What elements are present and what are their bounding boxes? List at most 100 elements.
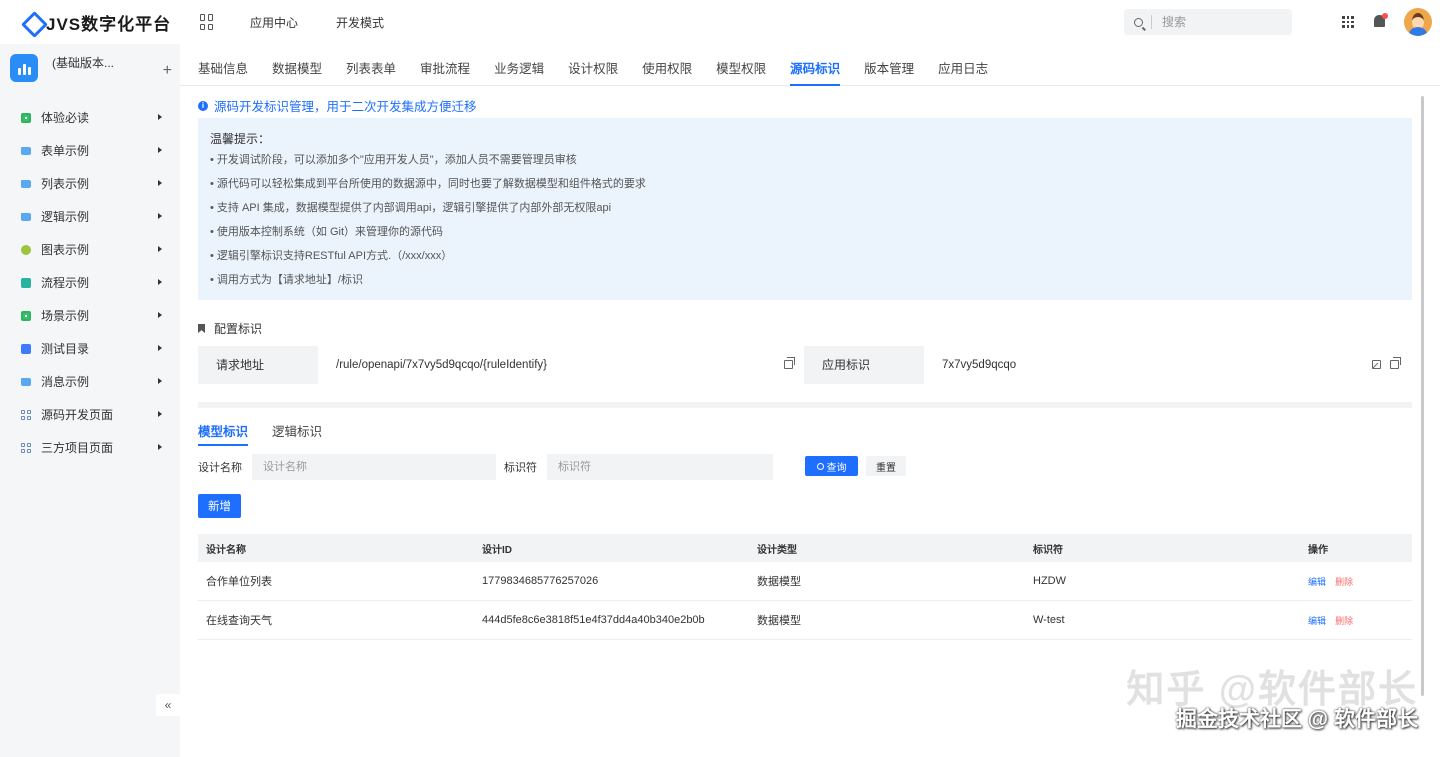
sidebar-item-logic[interactable]: 逻辑示例	[0, 200, 180, 233]
add-button[interactable]: 新增	[198, 494, 241, 518]
tips-line: • 源代码可以轻松集成到平台所使用的数据源中，同时也要了解数据模型和组件格式的要…	[210, 178, 646, 190]
tab-basic-info[interactable]: 基础信息	[198, 44, 248, 85]
sidebar-item-list[interactable]: 列表示例	[0, 167, 180, 200]
search-icon	[1134, 17, 1143, 27]
sidebar-item-guide[interactable]: 体验必读	[0, 101, 180, 134]
collapse-sidebar-button[interactable]: «	[156, 694, 180, 716]
sidebar-item-form[interactable]: 表单示例	[0, 134, 180, 167]
apps-icon[interactable]	[1342, 16, 1354, 28]
config-title-text: 配置标识	[214, 322, 263, 336]
request-url-value: /rule/openapi/7x7vy5d9qcqo/{ruleIdentify…	[318, 346, 804, 384]
grid-icon	[21, 442, 31, 453]
request-url-label: 请求地址	[198, 346, 318, 384]
cell-code: HZDW	[1033, 575, 1066, 587]
doc-icon	[21, 112, 31, 123]
tips-line: • 支持 API 集成，数据模型提供了内部调用api，逻辑引擎提供了内部外部无权…	[210, 202, 612, 214]
nav-dev-mode[interactable]: 开发模式	[336, 14, 384, 31]
edit-link[interactable]: 编辑	[1308, 577, 1326, 587]
sidebar-item-scene[interactable]: 场景示例	[0, 299, 180, 332]
nav-app-center[interactable]: 应用中心	[250, 14, 298, 31]
info-icon: i	[198, 100, 208, 111]
subtab-logic-identifier[interactable]: 逻辑标识	[272, 421, 322, 444]
column-header: 设计ID	[482, 544, 512, 556]
sidebar-item-source-dev[interactable]: 源码开发页面	[0, 398, 180, 431]
subtab-model-identifier[interactable]: 模型标识	[198, 421, 249, 446]
identifier-table: 设计名称 设计ID 设计类型 标识符 操作 合作单位列表 17798346857…	[198, 534, 1412, 640]
config-section-title: 配置标识	[198, 320, 262, 337]
sidebar: (基础版本... + 体验必读 表单示例 列表示例 逻辑示例 图表示例 流程示例…	[0, 44, 180, 757]
search-input[interactable]	[1162, 15, 1272, 29]
app-identifier-text: 7x7vy5d9qcqo	[942, 359, 1017, 371]
sidebar-item-message[interactable]: 消息示例	[0, 365, 180, 398]
top-bar: JVS数字化平台 应用中心 开发模式	[0, 0, 1440, 44]
column-header: 设计名称	[206, 544, 246, 556]
sidebar-item-label: 列表示例	[41, 177, 90, 191]
tips-line: • 使用版本控制系统（如 Git）来管理你的源代码	[210, 226, 444, 238]
tab-version-management[interactable]: 版本管理	[864, 44, 914, 85]
avatar[interactable]	[1404, 8, 1432, 36]
filter-bar: 设计名称 标识符 查询 重置	[198, 454, 906, 480]
edit-link[interactable]: 编辑	[1308, 616, 1326, 626]
sub-tab-bar: 模型标识 逻辑标识	[198, 421, 346, 446]
app-grid-icon[interactable]	[200, 14, 216, 30]
delete-link[interactable]: 删除	[1335, 616, 1353, 626]
caret-right-icon	[158, 147, 162, 153]
sidebar-item-label: 测试目录	[41, 342, 90, 356]
cell-id: 444d5fe8c6e3818f51e4f37dd4a40b340e2b0b	[482, 614, 705, 626]
sidebar-item-flow[interactable]: 流程示例	[0, 266, 180, 299]
sidebar-item-label: 表单示例	[41, 144, 90, 158]
add-icon[interactable]: +	[163, 62, 172, 80]
scrollbar[interactable]	[1421, 96, 1424, 696]
cell-name: 在线查询天气	[206, 615, 272, 627]
column-header: 操作	[1308, 544, 1328, 556]
tab-list-form[interactable]: 列表表单	[346, 44, 396, 85]
flow-icon	[21, 277, 31, 288]
folder-icon	[21, 377, 31, 386]
tab-design-permission[interactable]: 设计权限	[568, 44, 618, 85]
identifier-label: 标识符	[504, 462, 537, 474]
logo-text: JVS数字化平台	[46, 14, 172, 34]
table-header: 设计名称 设计ID 设计类型 标识符 操作	[198, 534, 1412, 562]
tab-use-permission[interactable]: 使用权限	[642, 44, 692, 85]
top-nav: 应用中心 开发模式	[250, 14, 422, 31]
delete-link[interactable]: 删除	[1335, 577, 1353, 587]
sidebar-item-third-party[interactable]: 三方项目页面	[0, 431, 180, 464]
cell-name: 合作单位列表	[206, 576, 272, 588]
cell-type: 数据模型	[757, 615, 801, 627]
column-header: 标识符	[1033, 544, 1063, 556]
tab-data-model[interactable]: 数据模型	[272, 44, 322, 85]
copy-icon[interactable]	[1390, 357, 1401, 369]
caret-right-icon	[158, 345, 162, 351]
tab-source-identifier[interactable]: 源码标识	[790, 44, 841, 86]
edit-icon[interactable]	[1372, 360, 1381, 369]
sidebar-item-chart[interactable]: 图表示例	[0, 233, 180, 266]
test-icon	[21, 343, 31, 354]
caret-right-icon	[158, 114, 162, 120]
search-divider	[1151, 15, 1152, 29]
reset-button[interactable]: 重置	[866, 456, 906, 476]
scene-icon	[21, 310, 31, 321]
design-name-label: 设计名称	[198, 462, 242, 474]
sidebar-item-label: 流程示例	[41, 276, 90, 290]
design-name-input[interactable]	[252, 454, 496, 480]
identifier-input[interactable]	[547, 454, 773, 480]
tab-model-permission[interactable]: 模型权限	[716, 44, 766, 85]
cell-id: 1779834685776257026	[482, 575, 599, 587]
notification-bell-icon[interactable]	[1374, 13, 1388, 27]
grid-icon	[21, 409, 31, 420]
caret-right-icon	[158, 213, 162, 219]
tips-line: • 开发调试阶段，可以添加多个"应用开发人员"，添加人员不需要管理员审核	[210, 154, 577, 166]
app-card[interactable]: (基础版本... +	[0, 44, 180, 92]
cell-code: W-test	[1033, 614, 1065, 626]
app-chart-icon	[10, 54, 38, 82]
logo[interactable]: JVS数字化平台	[0, 10, 180, 35]
search-box[interactable]	[1124, 9, 1292, 35]
sidebar-item-test[interactable]: 测试目录	[0, 332, 180, 365]
query-button[interactable]: 查询	[805, 456, 858, 476]
cell-actions: 编辑 删除	[1300, 575, 1412, 588]
tab-app-log[interactable]: 应用日志	[938, 44, 988, 85]
column-header: 设计类型	[757, 544, 797, 556]
tab-business-logic[interactable]: 业务逻辑	[494, 44, 544, 85]
tab-approval-flow[interactable]: 审批流程	[420, 44, 470, 85]
copy-icon[interactable]	[784, 357, 795, 369]
